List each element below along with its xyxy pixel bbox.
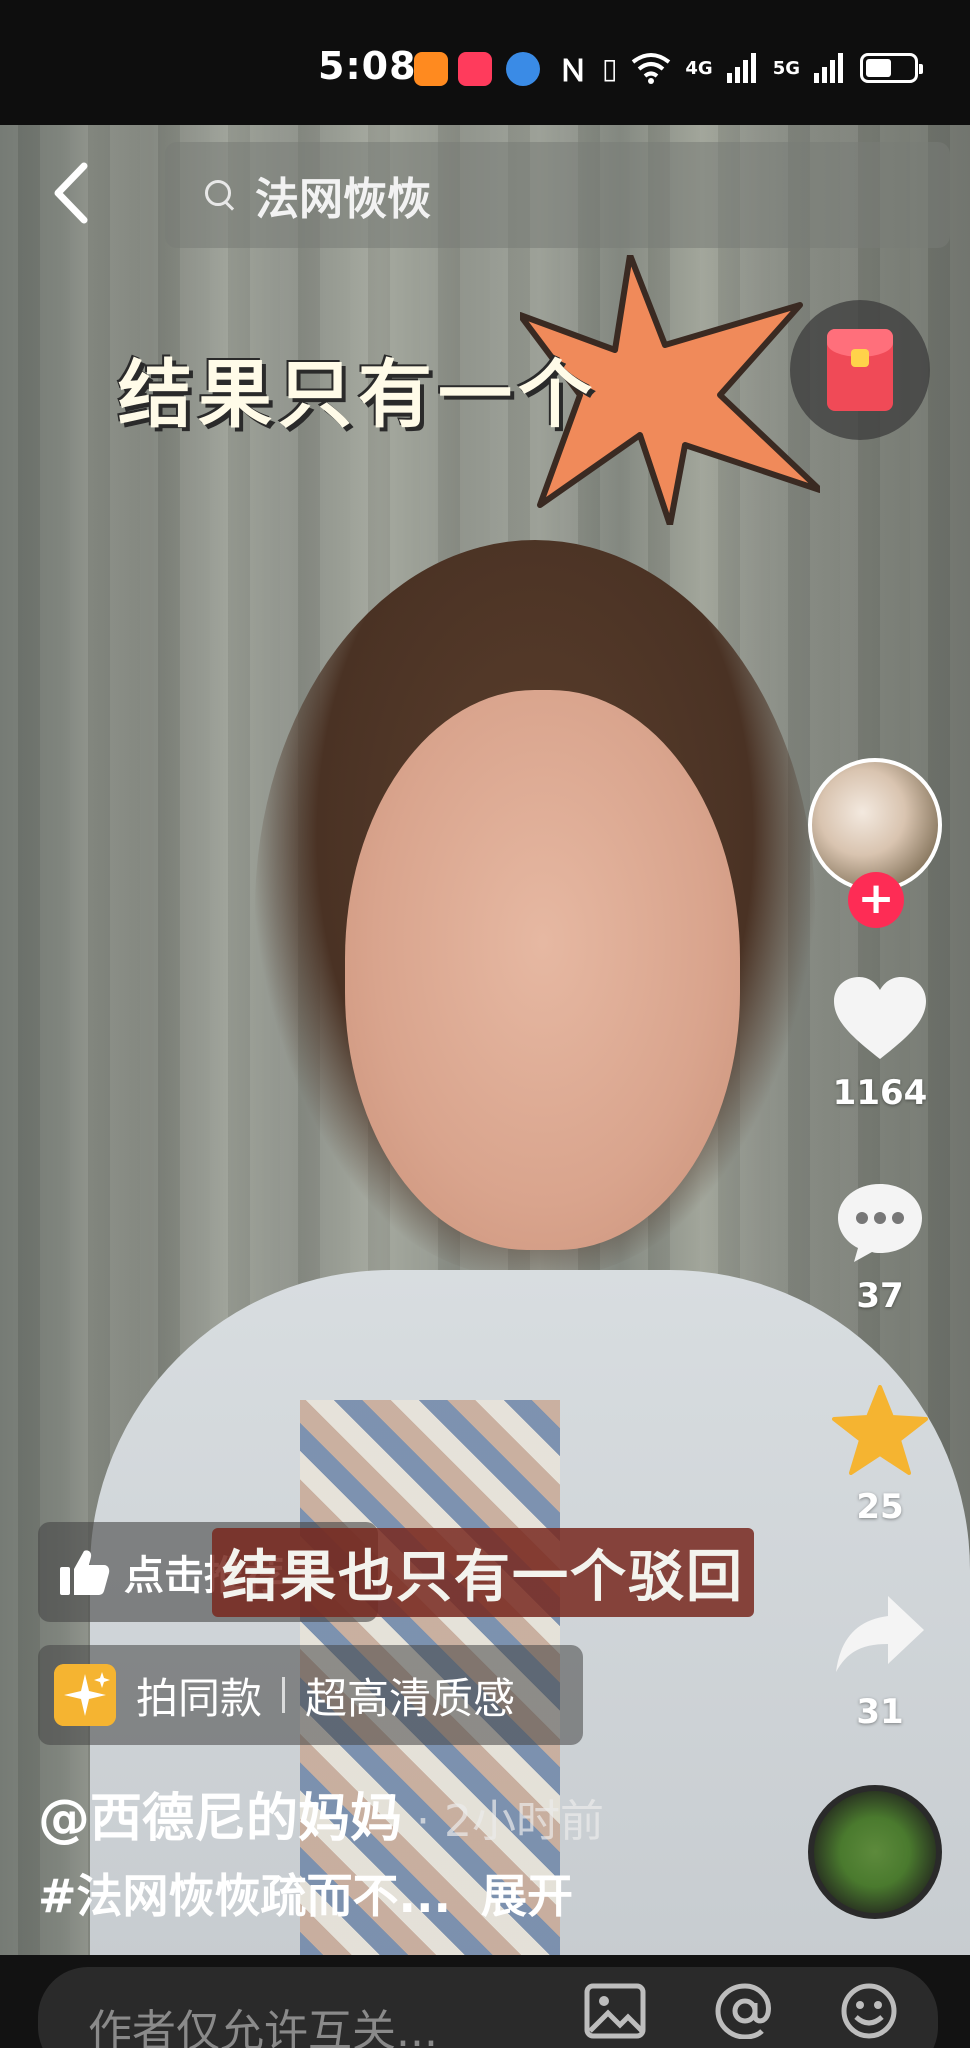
search-bar[interactable]: 法网恢恢 bbox=[165, 142, 950, 248]
description-text[interactable]: #法网恢恢疏而不... bbox=[38, 1869, 451, 1923]
video-subject-face bbox=[345, 690, 740, 1250]
nfc-icon: Ｎ bbox=[557, 54, 588, 89]
favorite-button[interactable]: 25 bbox=[820, 1385, 940, 1527]
status-indicators: Ｎ ▯ 4G 5G bbox=[557, 48, 923, 89]
bottom-bar: 作者仅允许互关... bbox=[0, 1955, 970, 2048]
author-name[interactable]: @西德尼的妈妈 bbox=[38, 1789, 402, 1849]
music-disc[interactable] bbox=[808, 1785, 942, 1919]
template-quality: 超高清质感 bbox=[305, 1673, 516, 1723]
share-icon bbox=[836, 1596, 924, 1672]
status-time: 5:08 bbox=[318, 44, 417, 88]
status-bar: 5:08 Ｎ ▯ 4G 5G bbox=[0, 0, 970, 125]
comment-input[interactable]: 作者仅允许互关... bbox=[38, 1967, 938, 2048]
app-screen: 5:08 Ｎ ▯ 4G 5G 法网恢恢 结果只有一个 + 1164 37 25 … bbox=[0, 0, 970, 2048]
wifi-icon bbox=[632, 53, 671, 84]
network-label-5g: 5G bbox=[772, 57, 800, 79]
comment-placeholder: 作者仅允许互关... bbox=[88, 2006, 438, 2048]
battery-icon bbox=[860, 53, 923, 83]
vibrate-icon: ▯ bbox=[601, 51, 618, 85]
like-count: 1164 bbox=[832, 1073, 928, 1113]
overlay-title: 结果只有一个 bbox=[118, 352, 598, 438]
video-subtitle: 结果也只有一个驳回 bbox=[212, 1528, 754, 1617]
thumbs-up-icon bbox=[60, 1550, 110, 1595]
post-time: · 2小时前 bbox=[416, 1796, 604, 1847]
like-button[interactable]: 1164 bbox=[820, 975, 940, 1113]
sparkle-icon bbox=[54, 1664, 116, 1726]
star-icon bbox=[832, 1385, 928, 1475]
template-divider bbox=[282, 1677, 286, 1713]
browser-app-icon bbox=[506, 52, 540, 86]
comment-button[interactable]: 37 bbox=[820, 1180, 940, 1316]
heart-icon bbox=[834, 977, 926, 1059]
video-app-icon bbox=[414, 52, 448, 86]
share-count: 31 bbox=[856, 1692, 904, 1732]
search-icon bbox=[205, 180, 235, 210]
red-packet-button[interactable] bbox=[790, 300, 930, 440]
search-query: 法网恢恢 bbox=[255, 174, 431, 225]
author-line[interactable]: @西德尼的妈妈 · 2小时前 bbox=[38, 1776, 604, 1851]
signal-icon bbox=[726, 53, 756, 83]
comment-icon bbox=[838, 1184, 922, 1262]
share-button[interactable]: 31 bbox=[820, 1590, 940, 1732]
follow-button[interactable]: + bbox=[848, 872, 904, 928]
template-pill[interactable]: 拍同款 超高清质感 bbox=[38, 1645, 583, 1745]
red-packet-icon bbox=[827, 329, 893, 411]
network-label-4g: 4G bbox=[685, 57, 713, 79]
template-label: 拍同款 bbox=[136, 1673, 263, 1723]
back-button[interactable] bbox=[48, 160, 108, 230]
chevron-left-icon bbox=[54, 162, 88, 224]
image-icon[interactable] bbox=[584, 1983, 646, 2039]
comment-count: 37 bbox=[856, 1276, 904, 1316]
emoji-icon[interactable] bbox=[838, 1983, 900, 2039]
video-description: #法网恢恢疏而不... 展开 bbox=[38, 1860, 573, 1926]
mention-icon[interactable] bbox=[714, 1983, 776, 2039]
expand-link[interactable]: 展开 bbox=[481, 1869, 573, 1923]
favorite-count: 25 bbox=[856, 1487, 904, 1527]
notes-app-icon bbox=[458, 52, 492, 86]
signal-icon-2 bbox=[814, 53, 843, 83]
